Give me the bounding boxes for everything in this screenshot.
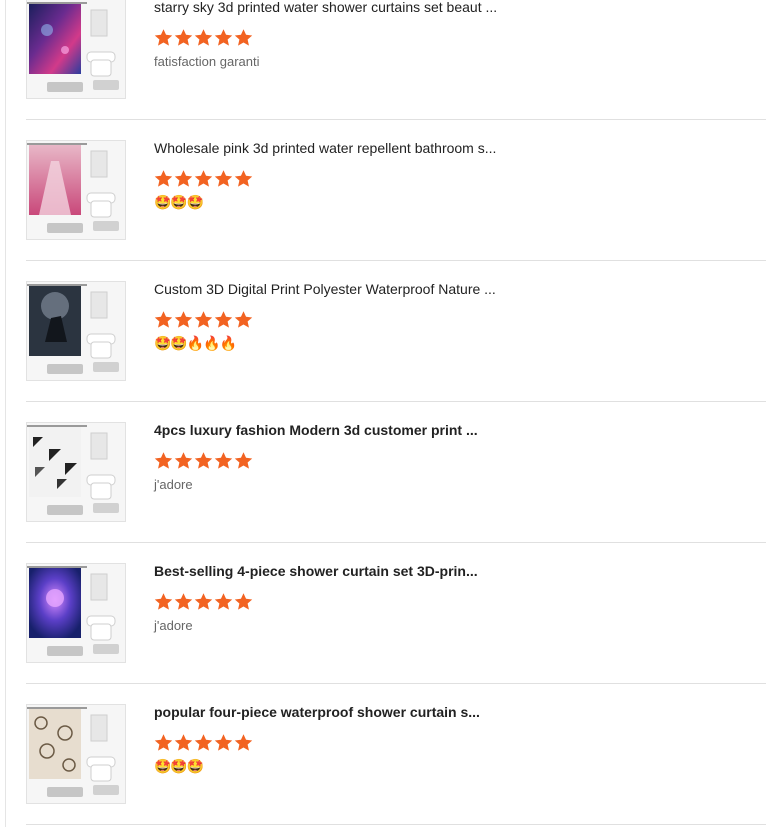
product-image (27, 0, 125, 98)
star-rating (154, 592, 514, 612)
star-rating (154, 310, 514, 330)
product-image (27, 282, 125, 380)
star-icon (174, 311, 193, 328)
product-title-link[interactable]: Custom 3D Digital Print Polyester Waterp… (154, 281, 514, 297)
product-title-link[interactable]: 4pcs luxury fashion Modern 3d customer p… (154, 422, 514, 438)
star-icon (174, 452, 193, 469)
star-icon (234, 452, 253, 469)
review-body: Wholesale pink 3d printed water repellen… (154, 140, 514, 211)
review-item: popular four-piece waterproof shower cur… (26, 684, 766, 825)
product-thumbnail[interactable] (26, 704, 126, 804)
product-thumbnail[interactable] (26, 281, 126, 381)
product-image (27, 705, 125, 803)
star-icon (214, 29, 233, 46)
star-icon (174, 734, 193, 751)
product-image (27, 564, 125, 662)
star-icon (154, 452, 173, 469)
star-icon (214, 170, 233, 187)
review-comment: 🤩🤩🤩 (154, 195, 204, 211)
product-thumbnail[interactable] (26, 0, 126, 99)
review-item: Wholesale pink 3d printed water repellen… (26, 120, 766, 261)
review-comment: j'adore (154, 618, 193, 633)
star-rating (154, 28, 514, 48)
star-icon (194, 170, 213, 187)
product-thumbnail[interactable] (26, 563, 126, 663)
star-icon (174, 170, 193, 187)
star-icon (174, 593, 193, 610)
star-icon (174, 29, 193, 46)
product-title-link[interactable]: starry sky 3d printed water shower curta… (154, 0, 514, 15)
star-icon (234, 593, 253, 610)
star-rating (154, 169, 514, 189)
star-icon (194, 593, 213, 610)
product-image (27, 423, 125, 521)
star-icon (234, 734, 253, 751)
review-body: Best-selling 4-piece shower curtain set … (154, 563, 514, 634)
star-icon (234, 311, 253, 328)
review-body: 4pcs luxury fashion Modern 3d customer p… (154, 422, 514, 493)
review-list: starry sky 3d printed water shower curta… (26, 0, 766, 825)
star-icon (154, 29, 173, 46)
star-icon (214, 734, 233, 751)
star-icon (214, 452, 233, 469)
review-item: Best-selling 4-piece shower curtain set … (26, 543, 766, 684)
review-item: Custom 3D Digital Print Polyester Waterp… (26, 261, 766, 402)
star-icon (214, 311, 233, 328)
star-icon (234, 29, 253, 46)
star-icon (194, 29, 213, 46)
star-icon (194, 311, 213, 328)
review-item: 4pcs luxury fashion Modern 3d customer p… (26, 402, 766, 543)
star-rating (154, 733, 514, 753)
star-rating (154, 451, 514, 471)
product-image (27, 141, 125, 239)
review-item: starry sky 3d printed water shower curta… (26, 0, 766, 120)
left-divider (5, 0, 6, 827)
review-comment: 🤩🤩🔥🔥🔥 (154, 336, 237, 352)
product-thumbnail[interactable] (26, 140, 126, 240)
review-body: Custom 3D Digital Print Polyester Waterp… (154, 281, 514, 352)
product-title-link[interactable]: Wholesale pink 3d printed water repellen… (154, 140, 514, 156)
review-body: starry sky 3d printed water shower curta… (154, 0, 514, 70)
review-comment: j'adore (154, 477, 193, 492)
product-title-link[interactable]: popular four-piece waterproof shower cur… (154, 704, 514, 720)
reviews-page: starry sky 3d printed water shower curta… (0, 0, 766, 827)
star-icon (214, 593, 233, 610)
product-thumbnail[interactable] (26, 422, 126, 522)
review-comment: 🤩🤩🤩 (154, 759, 204, 775)
star-icon (234, 170, 253, 187)
star-icon (154, 734, 173, 751)
star-icon (154, 170, 173, 187)
review-comment: fatisfaction garanti (154, 54, 260, 69)
star-icon (154, 593, 173, 610)
star-icon (154, 311, 173, 328)
star-icon (194, 734, 213, 751)
star-icon (194, 452, 213, 469)
review-body: popular four-piece waterproof shower cur… (154, 704, 514, 775)
product-title-link[interactable]: Best-selling 4-piece shower curtain set … (154, 563, 514, 579)
